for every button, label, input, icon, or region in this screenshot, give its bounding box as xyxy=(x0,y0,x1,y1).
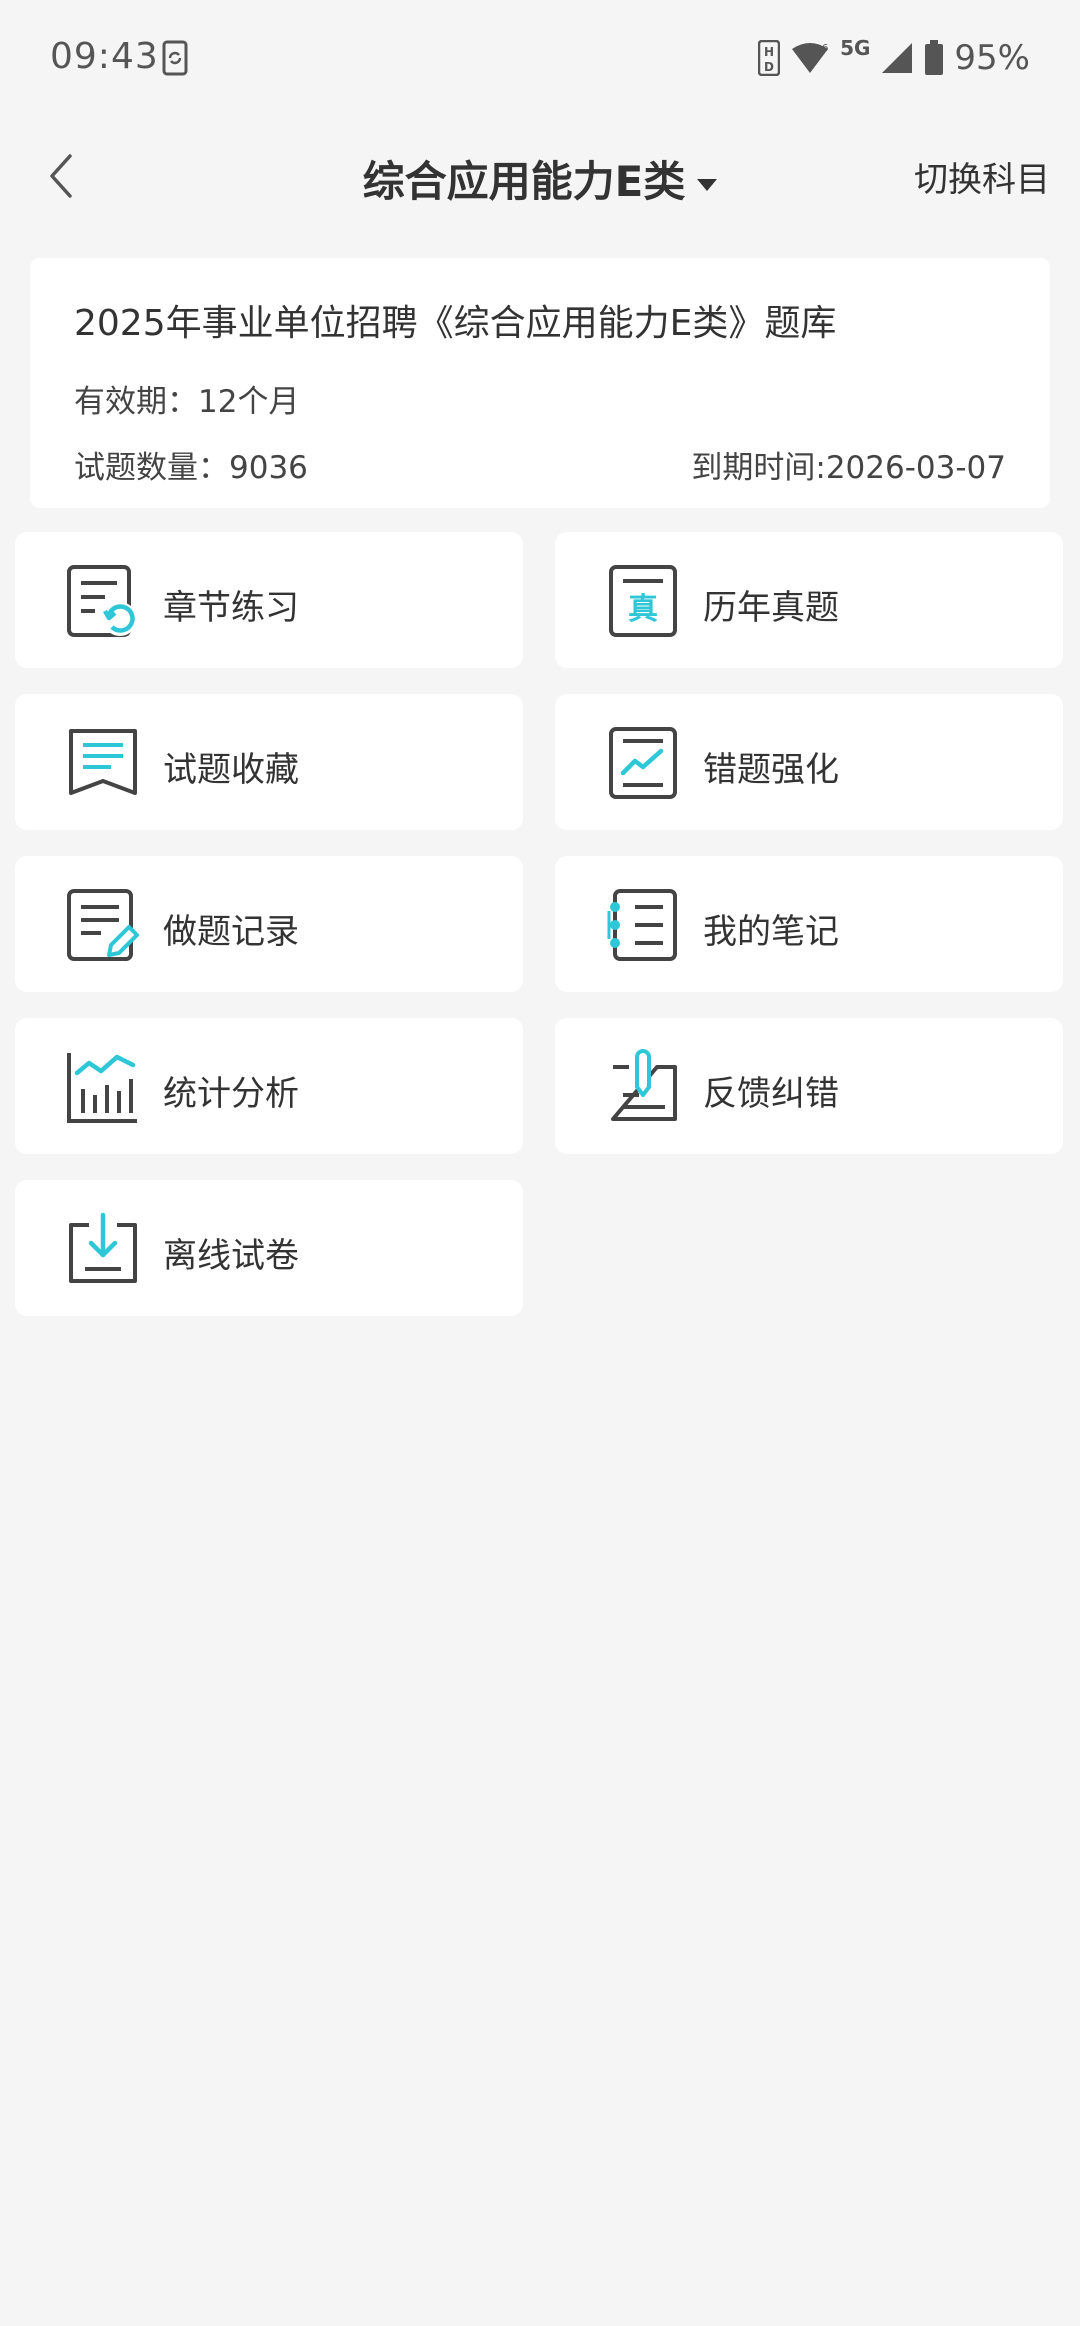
record-edit-icon xyxy=(67,889,139,961)
bar-chart-icon xyxy=(67,1053,137,1123)
network-type: 5G xyxy=(840,36,871,60)
svg-text:D: D xyxy=(764,60,774,74)
menu-label: 试题收藏 xyxy=(163,750,299,790)
download-icon xyxy=(69,1212,137,1283)
menu-item-practice-history[interactable]: 做题记录 xyxy=(15,856,523,992)
menu-label: 统计分析 xyxy=(163,1074,299,1114)
feedback-pen-icon xyxy=(611,1049,677,1121)
status-bar: 09:43 H D 6 5G 95% xyxy=(0,0,1080,120)
menu-item-my-notes[interactable]: 我的笔记 xyxy=(555,856,1063,992)
menu-label: 我的笔记 xyxy=(703,912,839,952)
signal-icon xyxy=(882,43,913,73)
svg-text:H: H xyxy=(764,45,774,59)
menu-item-past-exams[interactable]: 真 历年真题 xyxy=(555,532,1063,668)
status-icons: H D 6 5G 95% xyxy=(758,36,1030,80)
question-bank-info-card: 2025年事业单位招聘《综合应用能力E类》题库 有效期：12个月 试题数量：90… xyxy=(30,258,1050,508)
question-count: 试题数量：9036 xyxy=(74,450,308,486)
menu-label: 反馈纠错 xyxy=(703,1074,839,1114)
menu-label: 章节练习 xyxy=(163,588,299,628)
battery-icon xyxy=(925,40,944,75)
menu-label: 离线试卷 xyxy=(163,1236,299,1276)
menu-label: 错题强化 xyxy=(703,750,839,790)
validity-period: 有效期：12个月 xyxy=(74,384,300,420)
menu-item-chapter-practice[interactable]: 章节练习 xyxy=(15,532,523,668)
top-nav-bar: 综合应用能力E类 切换科目 xyxy=(0,120,1080,232)
bank-title: 2025年事业单位招聘《综合应用能力E类》题库 xyxy=(74,303,837,344)
menu-item-offline-papers[interactable]: 离线试卷 xyxy=(15,1180,523,1316)
menu-label: 历年真题 xyxy=(703,588,839,628)
phone-sync-icon xyxy=(162,40,188,76)
menu-item-mistake-review[interactable]: 错题强化 xyxy=(555,694,1063,830)
svg-text:真: 真 xyxy=(628,592,658,627)
mistake-chart-icon xyxy=(609,727,677,799)
hd-icon: H D xyxy=(758,40,781,76)
past-exam-icon: 真 xyxy=(609,565,677,637)
bookmark-icon xyxy=(69,729,137,795)
menu-item-feedback[interactable]: 反馈纠错 xyxy=(555,1018,1063,1154)
notebook-icon xyxy=(607,889,677,961)
battery-level: 95% xyxy=(954,38,1030,78)
chapter-practice-icon xyxy=(67,565,137,637)
page-title: 综合应用能力E类 xyxy=(362,157,686,206)
menu-label: 做题记录 xyxy=(163,912,299,952)
menu-item-bookmarks[interactable]: 试题收藏 xyxy=(15,694,523,830)
main-content: 2025年事业单位招聘《综合应用能力E类》题库 有效期：12个月 试题数量：90… xyxy=(0,232,1080,2326)
caret-down-icon xyxy=(697,178,718,191)
status-time: 09:43 xyxy=(50,36,159,77)
svg-text:6: 6 xyxy=(822,43,828,54)
menu-item-statistics[interactable]: 统计分析 xyxy=(15,1018,523,1154)
expiry-date: 到期时间:2026-03-07 xyxy=(691,450,1006,486)
switch-subject-button[interactable]: 切换科目 xyxy=(914,152,1050,201)
wifi-icon: 6 xyxy=(792,43,828,73)
